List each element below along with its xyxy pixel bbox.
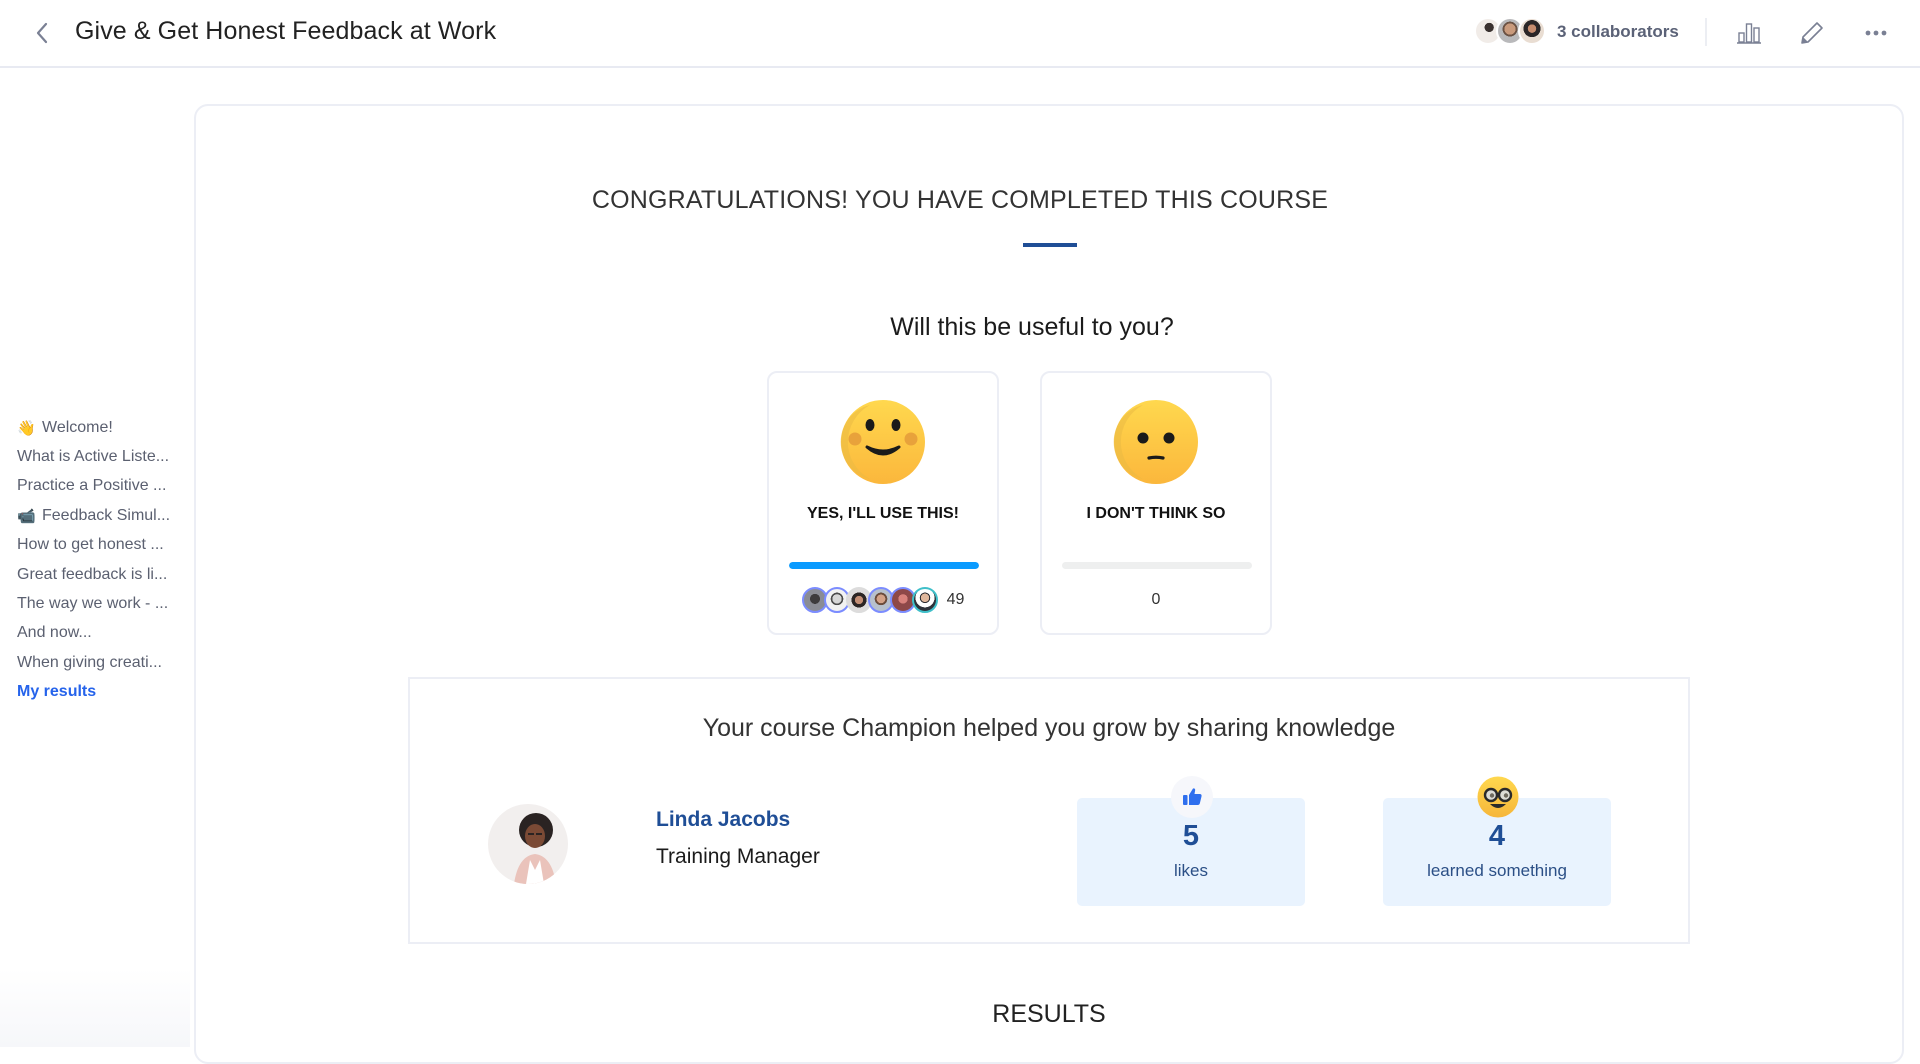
sidebar-item-my-results[interactable]: My results (17, 678, 187, 707)
likes-label: likes (1173, 861, 1208, 880)
vote-progress-fill (789, 562, 979, 569)
smiling-face-icon (840, 400, 925, 484)
champion-avatar[interactable] (488, 804, 568, 884)
bar-chart-icon (1737, 23, 1761, 44)
voters-row: 49 (769, 586, 997, 614)
video-camera-icon: 📹 (17, 507, 36, 525)
vote-option-no[interactable]: I DON'T THINK SO 0 (1040, 371, 1272, 635)
more-options-button[interactable] (1861, 18, 1891, 48)
likes-count: 5 (1182, 820, 1200, 852)
sidebar-item-label: Great feedback is li... (17, 565, 168, 583)
top-bar: Give & Get Honest Feedback at Work 3 col… (0, 0, 1920, 68)
back-button[interactable] (30, 18, 56, 48)
sidebar-item-label: What is Active Liste... (17, 448, 170, 466)
sidebar-item-label: How to get honest ... (17, 536, 164, 554)
collaborator-avatar (1518, 17, 1546, 45)
pencil-icon (1801, 22, 1823, 44)
vote-count: 0 (1151, 591, 1161, 608)
vote-count: 49 (946, 591, 965, 608)
collaborator-avatars (1474, 17, 1549, 47)
course-champion-panel: Your course Champion helped you grow by … (408, 677, 1690, 944)
champion-name-link[interactable]: Linda Jacobs (656, 808, 790, 832)
sidebar-item-label: Feedback Simul... (42, 506, 171, 524)
sidebar-item-label: When giving creati... (17, 653, 162, 671)
sidebar-item-label: The way we work - ... (17, 595, 169, 613)
vote-option-label: I DON'T THINK SO (1086, 505, 1226, 522)
sidebar-item-label: My results (17, 683, 97, 701)
sidebar-item-label: Welcome! (42, 418, 113, 436)
vote-option-label: YES, I'LL USE THIS! (807, 505, 959, 522)
vote-progress-bar (1062, 562, 1252, 569)
confused-face-icon (1113, 400, 1198, 484)
sidebar-item-welcome[interactable]: 👋 Welcome! (17, 413, 187, 442)
sidebar-item-and-now[interactable]: And now... (17, 619, 187, 648)
collaborators-label: 3 collaborators (1557, 22, 1679, 41)
sidebar-item-label: And now... (17, 624, 92, 642)
voter-avatars[interactable] (801, 587, 938, 613)
sidebar-item-how-to-get-honest[interactable]: How to get honest ... (17, 531, 187, 560)
nerd-face-icon (1477, 776, 1519, 818)
sidebar-item-great-feedback[interactable]: Great feedback is li... (17, 560, 187, 589)
champion-role: Training Manager (656, 845, 820, 868)
sidebar-item-active-listening[interactable]: What is Active Liste... (17, 442, 187, 471)
waving-hand-icon: 👋 (17, 419, 36, 437)
likes-stat: 5 likes (1077, 776, 1305, 906)
sidebar-item-label: Practice a Positive ... (17, 477, 167, 495)
champion-heading: Your course Champion helped you grow by … (702, 714, 1396, 742)
thumbs-up-icon (1171, 776, 1213, 818)
voter-avatar (911, 587, 938, 613)
learned-something-count: 4 (1488, 820, 1506, 852)
completion-heading: CONGRATULATIONS! YOU HAVE COMPLETED THIS… (591, 186, 1329, 214)
course-outline: 👋 Welcome! What is Active Liste... Practi… (17, 413, 187, 707)
course-title: Give & Get Honest Feedback at Work (75, 17, 497, 45)
vote-option-yes[interactable]: YES, I'LL USE THIS! 49 (767, 371, 999, 635)
more-horizontal-icon (1865, 30, 1887, 36)
heading-underline (1023, 243, 1077, 247)
header-divider (1705, 18, 1707, 46)
results-heading: RESULTS (992, 1000, 1106, 1028)
analytics-button[interactable] (1734, 18, 1764, 48)
sidebar-item-feedback-simulation[interactable]: 📹 Feedback Simul... (17, 501, 187, 530)
learned-something-stat: 4 learned something (1383, 776, 1611, 906)
learned-something-label: learned something (1427, 861, 1567, 880)
champion-photo (488, 804, 568, 884)
edit-button[interactable] (1797, 18, 1827, 48)
usefulness-question: Will this be useful to you? (890, 313, 1174, 341)
voters-row: 0 (1042, 586, 1270, 614)
chevron-left-icon (36, 22, 48, 44)
vote-progress-bar (789, 562, 979, 569)
sidebar-item-way-we-work[interactable]: The way we work - ... (17, 589, 187, 618)
sidebar-item-giving-creative[interactable]: When giving creati... (17, 648, 187, 677)
sidebar-item-practice-positive[interactable]: Practice a Positive ... (17, 472, 187, 501)
collaborators-button[interactable]: 3 collaborators (1474, 17, 1679, 47)
